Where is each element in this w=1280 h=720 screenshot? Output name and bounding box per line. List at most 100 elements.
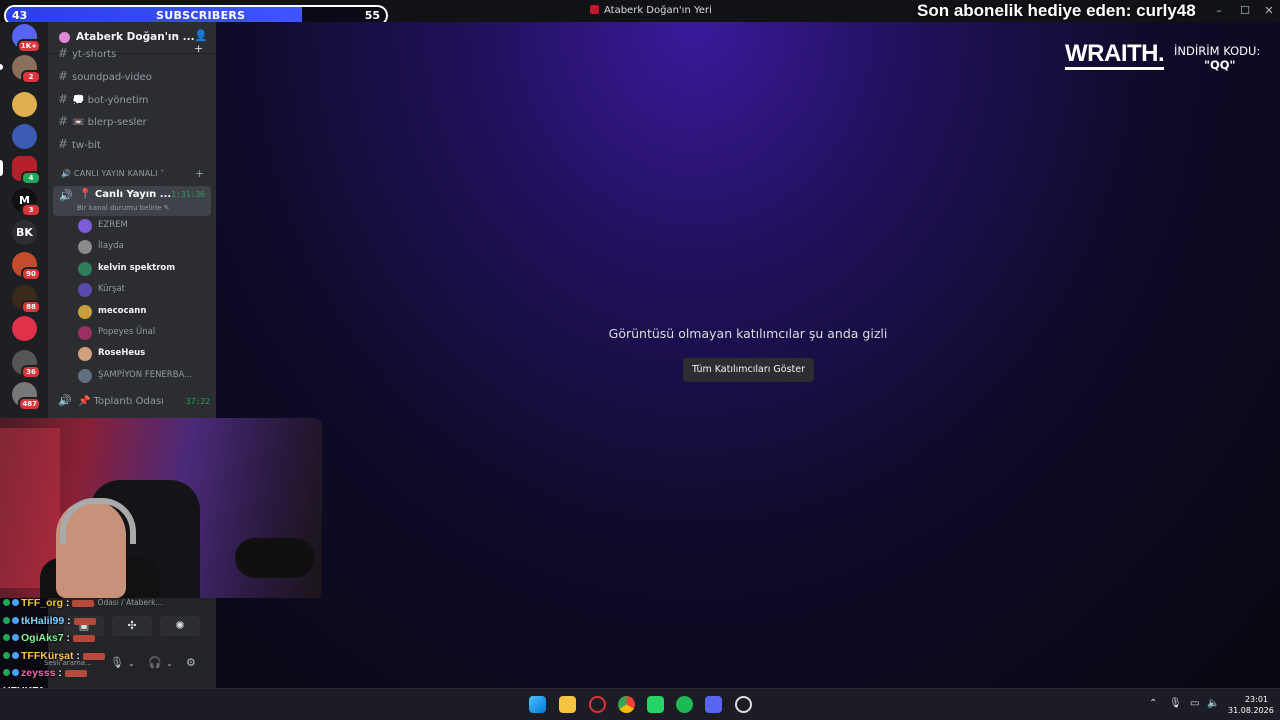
channel-item[interactable]: # yt-shorts: [58, 46, 208, 64]
add-channel-icon[interactable]: +: [195, 167, 204, 180]
avatar: [78, 283, 92, 298]
start-icon[interactable]: [529, 696, 546, 713]
subscriber-label: SUBSCRIBERS: [156, 9, 246, 22]
server-icon[interactable]: 4: [12, 156, 41, 185]
voice-channel-name: 📌 Toplantı Odası: [78, 396, 164, 407]
mute-icon[interactable]: 🎙: [110, 656, 124, 669]
badge-icon: [3, 634, 10, 641]
badge: 3: [21, 203, 41, 217]
chat-username: zeysss: [21, 667, 56, 679]
emote-icon: [73, 635, 96, 642]
voice-channel-timer: 1:31:36: [171, 190, 205, 199]
server-icon[interactable]: [12, 124, 37, 149]
server-icon[interactable]: [12, 316, 37, 341]
microphone-icon[interactable]: 🎙: [1169, 698, 1182, 709]
voice-user-name: kelvin spektrom: [98, 262, 176, 273]
chevron-down-icon[interactable]: ⌄: [166, 659, 173, 668]
voice-user[interactable]: EZREM: [78, 217, 208, 237]
voice-user[interactable]: Kürşat: [78, 281, 208, 301]
server-icon[interactable]: 36: [12, 350, 41, 379]
emote-icon: [82, 652, 105, 660]
chevron-down-icon[interactable]: ⌄: [172, 29, 180, 40]
close-button[interactable]: ✕: [1258, 3, 1280, 19]
voice-user[interactable]: kelvin spektrom: [78, 260, 208, 280]
opera-icon[interactable]: [589, 696, 606, 713]
hash-icon: #: [58, 46, 69, 60]
discord-icon[interactable]: [705, 696, 722, 713]
whatsapp-icon[interactable]: [647, 696, 664, 713]
server-icon[interactable]: [12, 92, 37, 117]
badge: 90: [21, 267, 41, 281]
badge-icon: [12, 616, 19, 624]
minimize-button[interactable]: –: [1208, 3, 1230, 19]
voice-connection-label[interactable]: ... Odası / Ataberk...: [88, 598, 163, 607]
volume-icon[interactable]: 🔈: [1207, 698, 1219, 709]
channel-name: tw-bit: [72, 140, 101, 151]
category-header[interactable]: 🔊 CANLI YAYIN KANALI ˅: [61, 169, 165, 178]
server-icon[interactable]: BK: [12, 220, 37, 245]
obs-icon[interactable]: [735, 696, 752, 713]
voice-channel-active[interactable]: 🔊 📍 Canlı Yayın ... 1:31:36 Bir kanal du…: [53, 186, 211, 216]
maximize-button[interactable]: ☐: [1234, 3, 1256, 19]
chrome-icon[interactable]: [618, 696, 635, 713]
direct-messages-icon[interactable]: 1K+: [12, 24, 41, 53]
server-icon[interactable]: 90: [12, 252, 41, 281]
chat-line: zeysss :: [3, 667, 87, 683]
activities-button[interactable]: ✣: [112, 616, 152, 636]
server-icon[interactable]: M3: [12, 188, 41, 217]
voice-user[interactable]: RoseHeus: [78, 345, 208, 365]
voice-user-name: EZREM: [98, 220, 128, 230]
soundboard-button[interactable]: ✺: [160, 616, 200, 636]
call-stage: Görüntüsü olmayan katılımcılar şu anda g…: [216, 22, 1280, 688]
voice-channel[interactable]: 🔊 📌 Toplantı Odası 37:22: [58, 394, 213, 412]
voice-user-name: Popeyes Ünal: [98, 327, 156, 337]
chat-separator: :: [63, 632, 71, 644]
hidden-participants-message: Görüntüsü olmayan katılımcılar şu anda g…: [608, 326, 888, 341]
avatar: [78, 326, 92, 340]
headphones-icon[interactable]: 🎧: [148, 656, 162, 669]
emote-icon: [73, 617, 96, 625]
spotify-icon[interactable]: [676, 696, 693, 713]
streamer-webcam: [0, 418, 322, 598]
chevron-down-icon[interactable]: ⌄: [128, 659, 135, 668]
network-icon[interactable]: ▭: [1190, 698, 1199, 709]
chat-separator: :: [64, 614, 71, 627]
chat-username: tkHalil99: [21, 614, 65, 627]
channel-status[interactable]: Bir kanal durumu belirle ✎: [77, 204, 170, 212]
unread-pill: [0, 64, 3, 70]
chat-username: TFF_org: [21, 597, 63, 609]
microphone-icon: [235, 538, 315, 578]
server-icon[interactable]: 2: [12, 55, 41, 84]
server-rail: 1K+ 2 4 M3 BK 90 88 36 487: [0, 22, 48, 418]
clock-date: 31.08.2026: [1228, 706, 1274, 715]
badge-icon: [12, 669, 19, 676]
sponsor-brand: WRAITH.: [1065, 40, 1165, 70]
chat-line: TFF_org :: [3, 597, 95, 613]
voice-channel-name: 📍 Canlı Yayın ...: [79, 189, 172, 200]
channel-item[interactable]: # 📼 blerp-sesler: [58, 114, 208, 132]
voice-user[interactable]: ŞAMPİYON FENERBA...: [78, 367, 208, 387]
server-icon[interactable]: 88: [12, 285, 41, 314]
file-explorer-icon[interactable]: [559, 696, 576, 713]
emote-icon: [72, 600, 95, 607]
voice-user[interactable]: Popeyes Ünal: [78, 324, 208, 344]
subscriber-current: 43: [12, 9, 28, 22]
chevron-up-icon[interactable]: ⌃: [1149, 698, 1157, 709]
hash-icon: #: [58, 137, 69, 151]
show-all-participants-button[interactable]: Tüm Katılımcıları Göster: [683, 358, 814, 382]
voice-user[interactable]: İlayda: [78, 238, 208, 258]
server-icon[interactable]: 487: [12, 382, 41, 411]
last-gift-overlay: Son abonelik hediye eden: curly48: [917, 1, 1196, 20]
channel-name: yt-shorts: [72, 49, 117, 60]
sponsor-code-label: İNDİRİM KODU:: [1174, 44, 1261, 58]
channel-item[interactable]: # 💭 bot-yönetim: [58, 92, 208, 110]
system-clock[interactable]: 23:01 31.08.2026: [1228, 694, 1274, 716]
sponsor-code: "QQ": [1204, 58, 1236, 72]
channel-item[interactable]: # soundpad-video: [58, 69, 208, 87]
voice-user-name: mecocann: [98, 305, 147, 316]
gear-icon[interactable]: ⚙: [186, 656, 196, 669]
voice-user[interactable]: mecocann: [78, 303, 208, 323]
badge: 487: [18, 397, 41, 411]
channel-item[interactable]: # tw-bit: [58, 137, 208, 155]
chat-username: OgiAks7: [21, 632, 64, 644]
